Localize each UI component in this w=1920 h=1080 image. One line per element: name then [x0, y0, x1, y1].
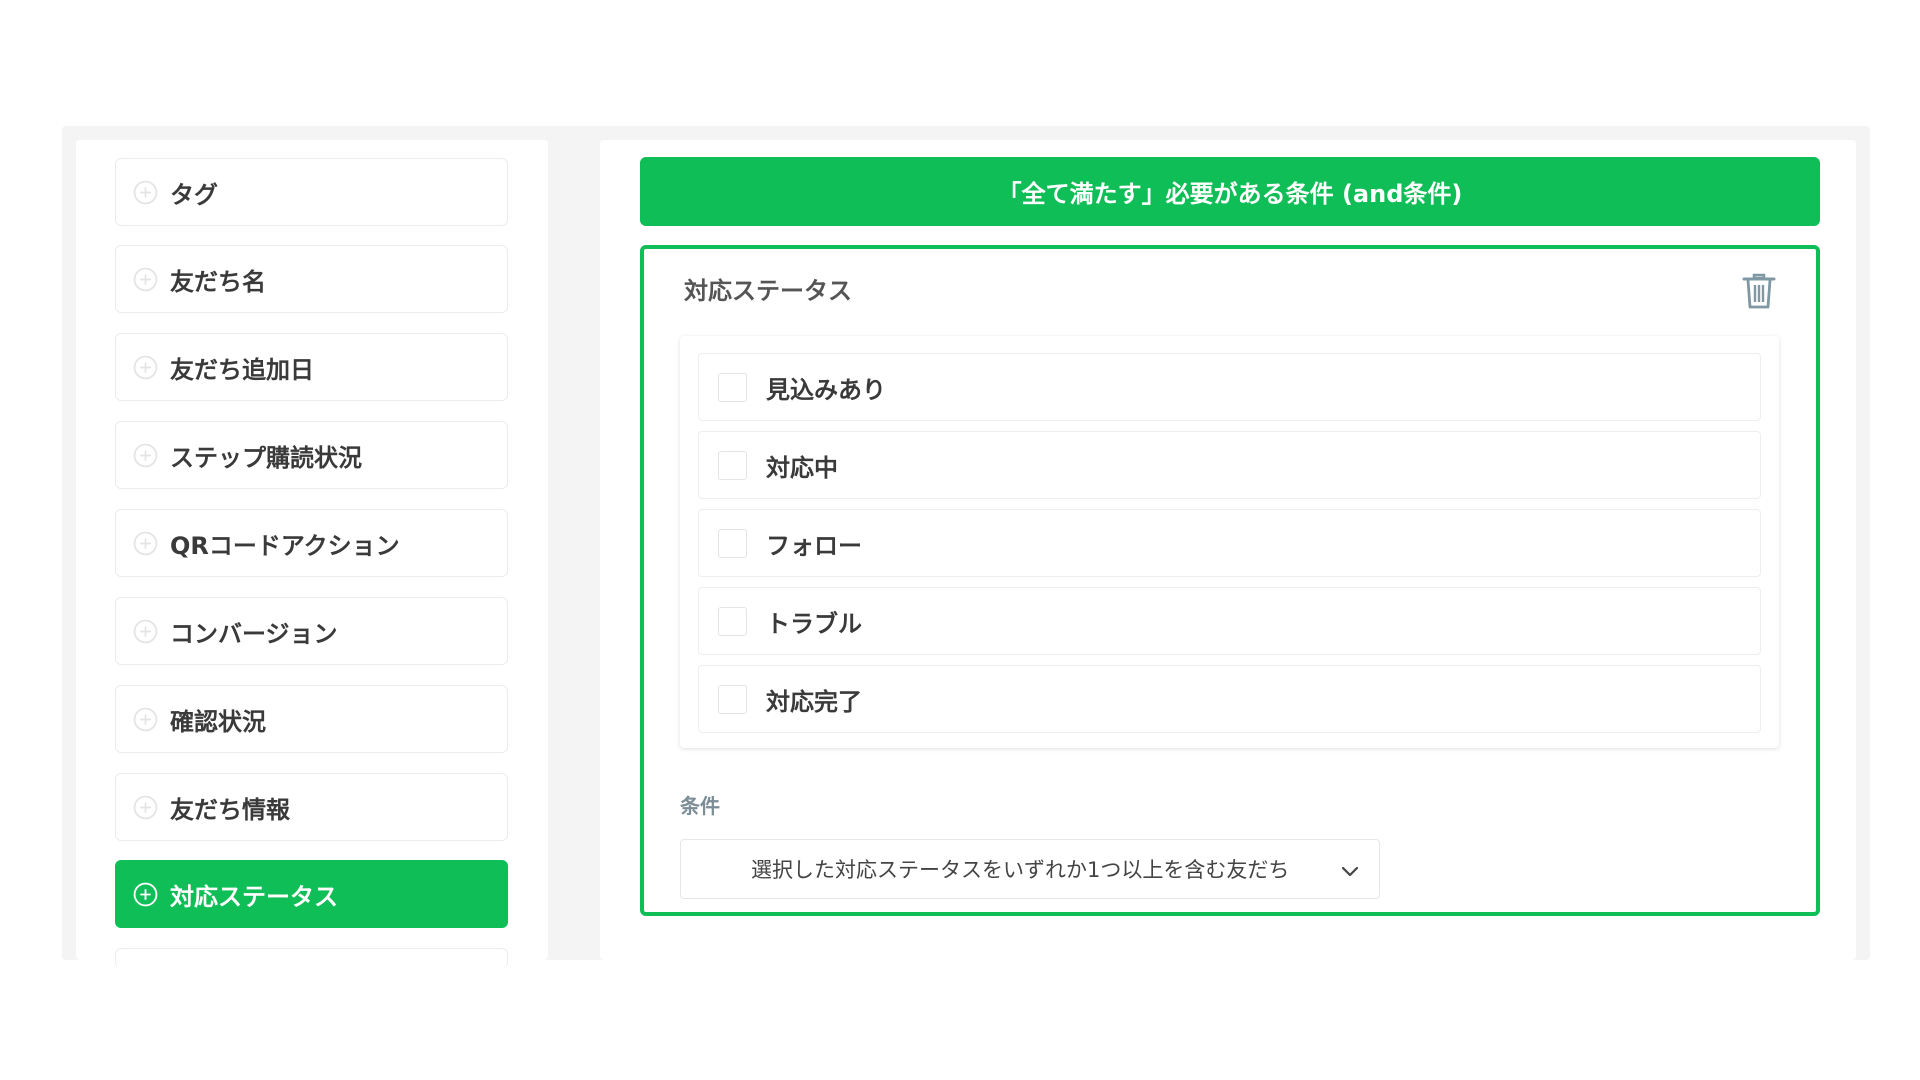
sidebar-item-label: タグ [170, 180, 218, 209]
sidebar-item-confirmation-status[interactable]: 確認状況 [115, 685, 508, 753]
condition-title: 対応ステータス [684, 277, 852, 305]
and-conditions-header: 「全て満たす」必要がある条件 (and条件) [640, 157, 1820, 226]
sidebar-item-step-subscription[interactable]: ステップ購読状況 [115, 421, 508, 489]
plus-circle-icon [133, 531, 158, 555]
checkbox[interactable] [718, 372, 747, 402]
checkbox[interactable] [718, 684, 747, 714]
plus-circle-icon [133, 180, 158, 204]
option-label: 対応中 [766, 453, 838, 482]
status-option-follow[interactable]: フォロー [698, 509, 1761, 577]
plus-circle-icon [133, 619, 158, 643]
sidebar-item-label: 友だち名 [170, 267, 266, 296]
option-label: フォロー [766, 531, 862, 560]
sidebar-item-tag[interactable]: タグ [115, 158, 508, 226]
status-option-trouble[interactable]: トラブル [698, 587, 1761, 655]
sidebar-item-label: 友だち情報 [170, 795, 290, 824]
plus-circle-icon [133, 795, 158, 819]
plus-circle-icon [133, 267, 158, 291]
select-value: 選択した対応ステータスをいずれか1つ以上を含む友だち [751, 858, 1290, 882]
condition-type-label: 条件 [680, 794, 720, 818]
plus-circle-icon [133, 882, 158, 906]
sidebar-item-label: ステップ購読状況 [170, 443, 362, 472]
sidebar-item-response-status[interactable]: 対応ステータス [115, 860, 508, 928]
plus-circle-icon [133, 707, 158, 731]
option-label: トラブル [766, 609, 862, 638]
trash-icon[interactable] [1741, 271, 1777, 311]
status-option-completed[interactable]: 対応完了 [698, 665, 1761, 733]
checkbox[interactable] [718, 528, 747, 558]
plus-circle-icon [133, 355, 158, 379]
chevron-down-icon [1341, 866, 1359, 877]
sidebar-item-label: QRコードアクション [170, 531, 400, 560]
sidebar-item-label: 確認状況 [170, 707, 266, 736]
sidebar-item-friend-added-date[interactable]: 友だち追加日 [115, 333, 508, 401]
sidebar-item-friend-info[interactable]: 友だち情報 [115, 773, 508, 841]
status-option-in-progress[interactable]: 対応中 [698, 431, 1761, 499]
sidebar-item-label: 対応ステータス [170, 882, 338, 911]
sidebar-item-label: 友だち追加日 [170, 355, 314, 384]
sidebar-item-conversion[interactable]: コンバージョン [115, 597, 508, 665]
option-label: 対応完了 [766, 687, 862, 716]
status-option-prospect[interactable]: 見込みあり [698, 353, 1761, 421]
sidebar-item-friend-name[interactable]: 友だち名 [115, 245, 508, 313]
option-label: 見込みあり [766, 375, 886, 404]
status-options-list: 見込みあり 対応中 フォロー トラブル 対応完了 [680, 336, 1779, 748]
sidebar-item-qr-code-action[interactable]: QRコードアクション [115, 509, 508, 577]
plus-circle-icon [133, 443, 158, 467]
condition-type-select[interactable]: 選択した対応ステータスをいずれか1つ以上を含む友だち [680, 839, 1380, 899]
sidebar-item-partial[interactable] [115, 948, 508, 968]
sidebar-item-label: コンバージョン [170, 619, 338, 648]
checkbox[interactable] [718, 606, 747, 636]
condition-card: 対応ステータス 見込みあり 対応中 フォロー トラブル 対応完了 条件 選択した… [640, 245, 1820, 916]
checkbox[interactable] [718, 450, 747, 480]
